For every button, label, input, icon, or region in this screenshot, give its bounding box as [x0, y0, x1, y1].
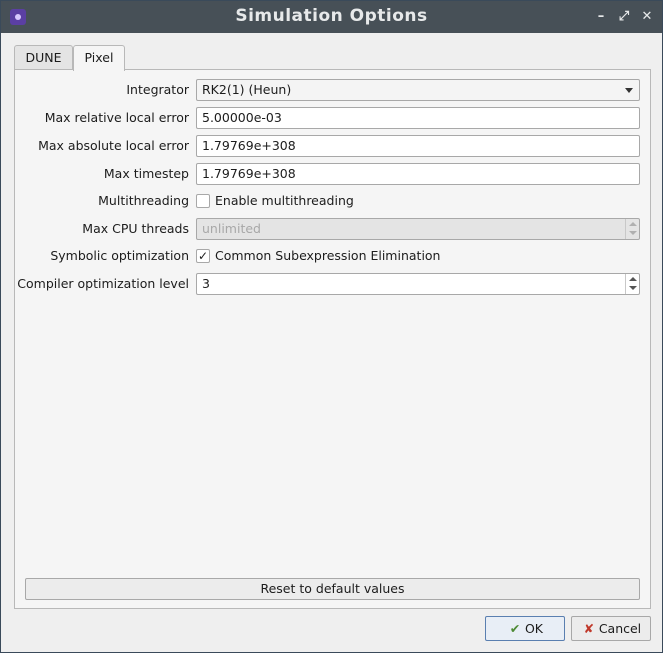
compiler-opt-label: Compiler optimization level: [17, 276, 189, 291]
max-timestep-input[interactable]: 1.79769e+308: [196, 163, 640, 185]
tab-pixel[interactable]: Pixel: [73, 45, 125, 71]
max-cpu-threads-spinbox: unlimited: [196, 218, 640, 240]
spin-up-icon: [629, 222, 637, 226]
spinbox-buttons[interactable]: [625, 274, 639, 294]
integrator-label: Integrator: [126, 82, 189, 97]
simulation-options-dialog: Simulation Options – ⤢ ✕ DUNE Pixel Inte…: [0, 0, 663, 653]
integrator-value: RK2(1) (Heun): [202, 82, 292, 97]
close-icon[interactable]: ✕: [638, 8, 656, 26]
symbolic-opt-label: Symbolic optimization: [50, 248, 189, 263]
max-cpu-threads-label: Max CPU threads: [82, 221, 189, 236]
chevron-down-icon: [625, 88, 633, 93]
spin-up-icon[interactable]: [629, 277, 637, 281]
cancel-button[interactable]: ✘ Cancel: [571, 616, 651, 641]
multithreading-checkbox[interactable]: [196, 194, 210, 208]
pixel-options-panel: Integrator RK2(1) (Heun) Max relative lo…: [14, 69, 651, 609]
tab-dune[interactable]: DUNE: [14, 45, 73, 70]
spinbox-buttons: [625, 219, 639, 239]
max-abs-error-label: Max absolute local error: [38, 138, 189, 153]
minimize-icon[interactable]: –: [592, 8, 610, 26]
max-rel-error-label: Max relative local error: [44, 110, 189, 125]
max-rel-error-input[interactable]: 5.00000e-03: [196, 107, 640, 129]
cancel-button-label: Cancel: [598, 621, 642, 636]
max-abs-error-input[interactable]: 1.79769e+308: [196, 135, 640, 157]
compiler-opt-spinbox[interactable]: 3: [196, 273, 640, 295]
cancel-icon: ✘: [583, 621, 595, 636]
ok-button[interactable]: ✔ OK: [485, 616, 565, 641]
spin-down-icon[interactable]: [629, 286, 637, 290]
ok-button-label: OK: [524, 621, 544, 636]
spin-down-icon: [629, 231, 637, 235]
multithreading-label: Multithreading: [98, 193, 189, 208]
max-cpu-threads-value: unlimited: [202, 221, 261, 236]
window-title: Simulation Options: [235, 6, 428, 26]
multithreading-checkbox-label[interactable]: Enable multithreading: [215, 193, 354, 209]
restore-icon[interactable]: ⤢: [615, 8, 633, 26]
ok-icon: ✔: [509, 621, 521, 636]
cse-checkbox[interactable]: ✓: [196, 249, 210, 263]
cse-checkbox-label[interactable]: Common Subexpression Elimination: [215, 248, 440, 264]
integrator-select[interactable]: RK2(1) (Heun): [196, 79, 640, 101]
reset-defaults-button[interactable]: Reset to default values: [25, 578, 640, 600]
compiler-opt-value: 3: [202, 276, 210, 291]
title-bar[interactable]: Simulation Options – ⤢ ✕: [1, 1, 662, 33]
max-timestep-label: Max timestep: [103, 166, 189, 181]
